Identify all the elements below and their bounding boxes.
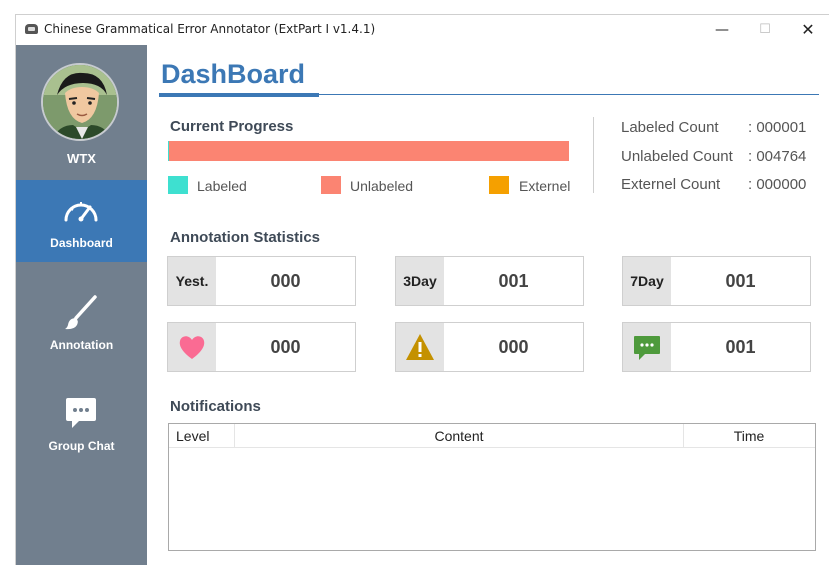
progress-bar <box>168 141 569 161</box>
stat-tag <box>168 323 216 371</box>
window-title: Chinese Grammatical Error Annotator (Ext… <box>44 22 376 36</box>
current-progress-title: Current Progress <box>170 118 294 135</box>
labeled-count: Labeled Count : 000001 <box>621 119 806 136</box>
stat-warnings: 000 <box>395 322 584 372</box>
count-value: : 000000 <box>748 176 807 193</box>
brush-icon <box>65 295 97 330</box>
count-value: : 004764 <box>748 148 807 165</box>
count-value: : 000001 <box>748 119 807 136</box>
notifications-title: Notifications <box>170 398 261 415</box>
stat-7day: 7Day 001 <box>622 256 811 306</box>
sidebar-item-dashboard[interactable]: Dashboard <box>16 180 147 262</box>
stat-tag <box>396 323 444 371</box>
stat-yesterday: Yest. 000 <box>167 256 356 306</box>
legend-externel: Externel <box>489 176 579 194</box>
app-icon <box>25 24 38 34</box>
stat-value: 001 <box>725 271 756 291</box>
legend-swatch-unlabeled <box>321 176 341 194</box>
stat-value: 001 <box>725 337 756 357</box>
legend-label-unlabeled: Unlabeled <box>350 178 414 194</box>
sidebar-item-group-chat[interactable]: Group Chat <box>16 383 147 465</box>
app-window: Chinese Grammatical Error Annotator (Ext… <box>15 14 829 565</box>
legend-unlabeled: Unlabeled <box>321 176 431 194</box>
column-header-content[interactable]: Content <box>235 424 684 448</box>
legend-labeled: Labeled <box>168 176 268 194</box>
unlabeled-count: Unlabeled Count : 004764 <box>621 148 806 165</box>
minimize-button[interactable]: — <box>704 18 740 42</box>
stat-tag: 3Day <box>396 257 444 305</box>
main-panel: DashBoard Current Progress Labeled Unlab… <box>147 45 829 565</box>
legend-swatch-externel <box>489 176 509 194</box>
close-button[interactable]: ✕ <box>790 18 826 42</box>
legend-swatch-labeled <box>168 176 188 194</box>
notifications-table[interactable]: Level Content Time <box>168 423 816 551</box>
title-underline <box>159 93 319 97</box>
annotation-statistics-title: Annotation Statistics <box>170 229 321 246</box>
chat-bubble-icon <box>634 336 660 360</box>
page-title: DashBoard <box>161 59 306 89</box>
legend-label-labeled: Labeled <box>197 178 247 194</box>
legend-label-externel: Externel <box>519 178 571 194</box>
stat-tag: Yest. <box>168 257 216 305</box>
stat-value: 000 <box>270 337 301 357</box>
stat-value: 000 <box>270 271 301 291</box>
warning-icon <box>406 334 434 360</box>
gauge-icon <box>64 202 98 222</box>
stat-favorites: 000 <box>167 322 356 372</box>
table-header: Level Content Time <box>169 424 815 448</box>
sidebar-item-annotation[interactable]: Annotation <box>16 282 147 364</box>
stat-3day: 3Day 001 <box>395 256 584 306</box>
avatar[interactable] <box>41 63 119 141</box>
sidebar-item-label: Annotation <box>49 338 114 352</box>
progress-unlabeled-fill <box>168 141 569 161</box>
stat-value: 000 <box>498 337 529 357</box>
maximize-button[interactable]: ☐ <box>747 18 783 42</box>
sidebar-item-label: Group Chat <box>48 439 115 453</box>
username: WTX <box>67 151 96 166</box>
stat-tag <box>623 323 671 371</box>
count-label: Labeled Count <box>621 119 719 136</box>
column-header-level[interactable]: Level <box>169 424 235 448</box>
sidebar-item-label: Dashboard <box>50 236 113 250</box>
counts-divider <box>593 117 594 193</box>
count-label: Externel Count <box>621 176 721 193</box>
stat-tag: 7Day <box>623 257 671 305</box>
externel-count: Externel Count : 000000 <box>621 176 806 193</box>
stat-comments: 001 <box>622 322 811 372</box>
heart-icon <box>179 336 205 359</box>
stat-value: 001 <box>498 271 529 291</box>
column-header-time[interactable]: Time <box>684 424 814 448</box>
title-bar: Chinese Grammatical Error Annotator (Ext… <box>16 15 829 45</box>
sidebar: WTX Dashboard Annotation Group Chat <box>16 45 147 565</box>
chat-bubble-icon <box>66 398 96 428</box>
count-label: Unlabeled Count <box>621 148 733 165</box>
